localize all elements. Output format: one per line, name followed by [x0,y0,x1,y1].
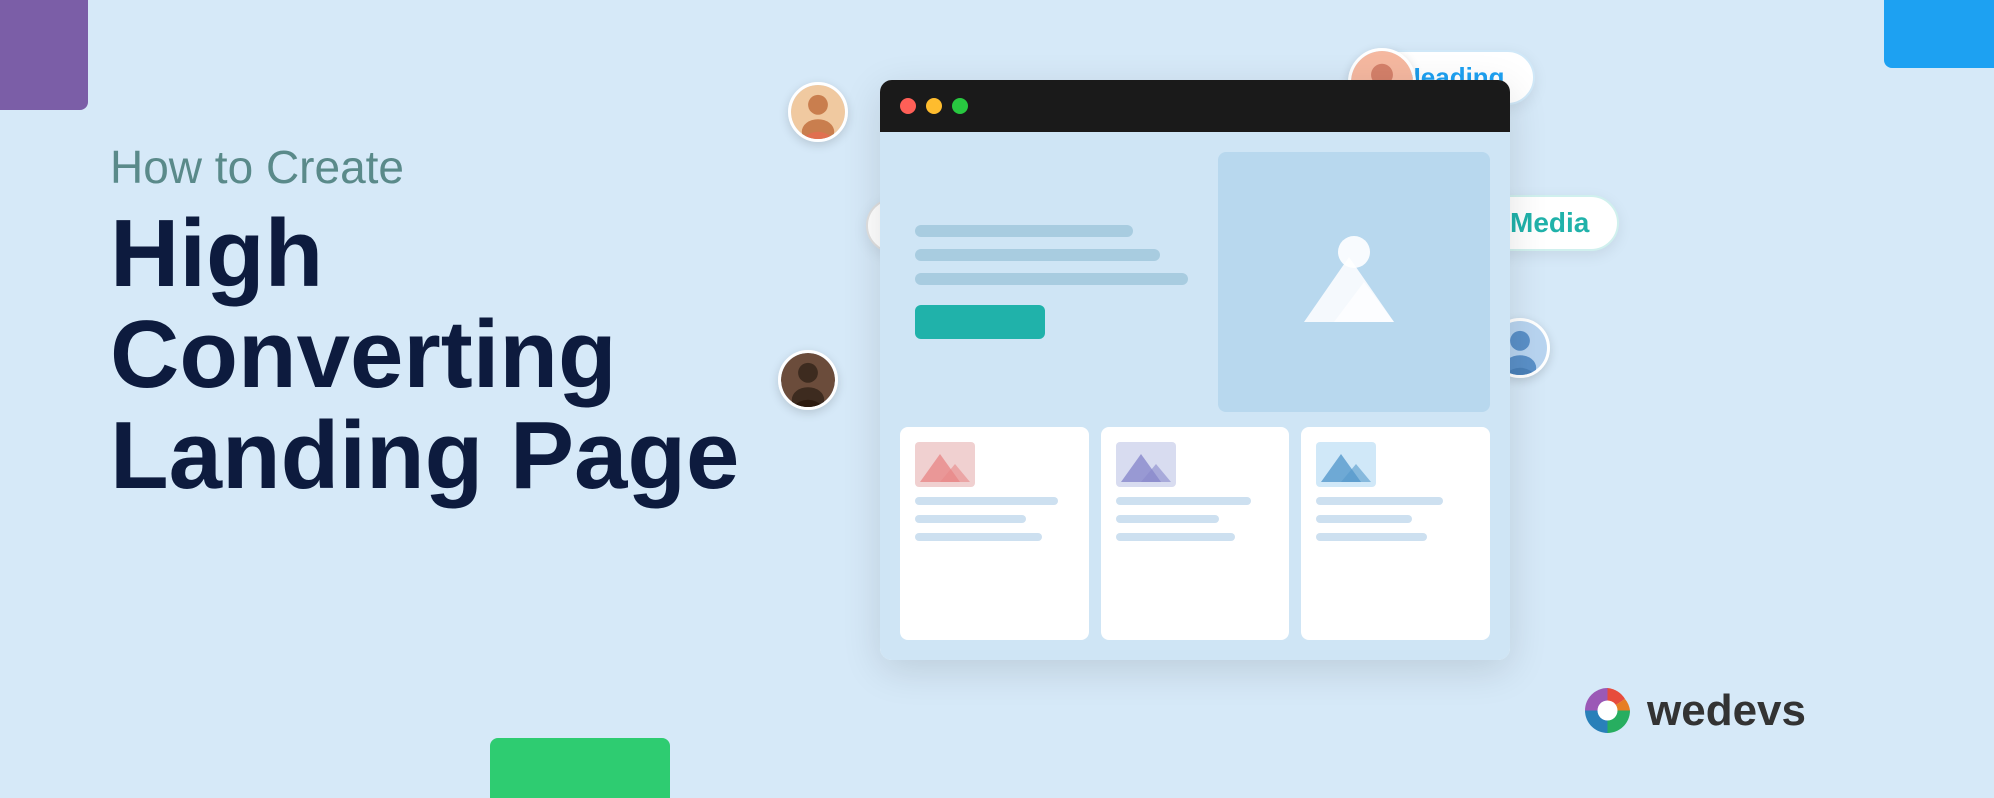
left-text-section: How to Create High Converting Landing Pa… [110,140,810,506]
mockup-text-col [900,152,1203,412]
card-line-3c [1316,533,1427,541]
card-line-3a [1316,497,1443,505]
mockup-image-col [1218,152,1491,412]
mockup-cards-section [900,427,1490,640]
card-mountain-icon-2 [1116,442,1176,487]
mockup-line-1 [915,225,1133,237]
wedevs-brand-text: wedevs [1647,686,1806,736]
main-title-line2: Landing Page [110,406,810,507]
browser-dot-green [952,98,968,114]
mockup-line-2 [915,249,1160,261]
mockup-card-2 [1101,427,1290,640]
hero-mountain-icon [1294,232,1414,332]
browser-dot-yellow [926,98,942,114]
browser-bar [880,80,1510,132]
card-mountain-icon-1 [915,442,975,487]
card-line-2c [1116,533,1235,541]
card-line-2b [1116,515,1219,523]
wedevs-icon [1580,683,1635,738]
browser-dot-red [900,98,916,114]
green-rectangle-accent [490,738,670,798]
card-line-3b [1316,515,1411,523]
browser-content [880,132,1510,660]
mockup-cta-button [915,305,1045,339]
card-line-2a [1116,497,1251,505]
mockup-card-1 [900,427,1089,640]
card-line-1c [915,533,1042,541]
mockup-line-3 [915,273,1188,285]
avatar-1 [788,82,848,142]
main-title-text: High Converting Landing Page [110,204,810,506]
browser-mockup [880,80,1510,660]
card-mountain-icon-3 [1316,442,1376,487]
main-title-line1: High Converting [110,204,810,406]
avatar-2 [778,350,838,410]
mockup-hero-section [900,152,1490,412]
card-line-1a [915,497,1058,505]
corner-purple-accent [0,0,88,110]
corner-blue-accent [1884,0,1994,68]
mockup-card-3 [1301,427,1490,640]
subtitle-text: How to Create [110,140,810,194]
wedevs-logo: wedevs [1580,683,1806,738]
card-line-1b [915,515,1026,523]
